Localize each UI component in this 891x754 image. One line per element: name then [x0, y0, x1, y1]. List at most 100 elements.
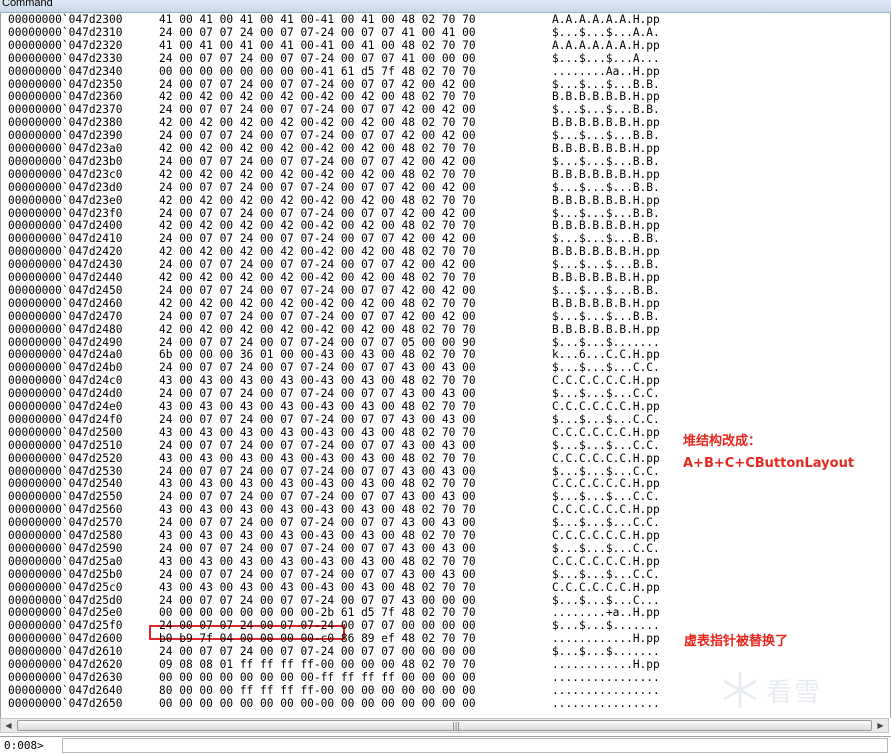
dump-ascii: C.C.C.C.C.C.H.pp — [552, 374, 660, 388]
dump-hex-bytes: 6b 00 00 00 36 01 00 00-43 00 43 00 48 0… — [159, 348, 476, 362]
dump-hex-bytes: 24 00 07 07 24 00 07 07-24 00 07 07 42 0… — [159, 232, 476, 246]
dump-hex-bytes: 24 00 07 07 24 00 07 07-24 00 07 07 43 0… — [159, 412, 476, 426]
dump-ascii: $...$...$...C.C. — [552, 541, 660, 555]
dump-ascii: ........Aa..H.pp — [552, 64, 660, 78]
dump-address: 00000000`047d2300 — [8, 13, 123, 26]
dump-hex-bytes: 00 00 00 00 00 00 00 00-ff ff ff ff 00 0… — [159, 670, 476, 684]
dump-ascii: $...$...$...C.C. — [552, 412, 660, 426]
dump-address: 00000000`047d25e0 — [8, 606, 123, 620]
dump-address: 00000000`047d2590 — [8, 541, 123, 555]
dump-ascii: C.C.C.C.C.C.H.pp — [552, 451, 660, 465]
dump-ascii: k...6...C.C.H.pp — [552, 348, 660, 362]
dump-hex-bytes: 42 00 42 00 42 00 42 00-42 00 42 00 48 0… — [159, 116, 476, 130]
dump-address: 00000000`047d2650 — [8, 696, 123, 710]
dump-address: 00000000`047d2480 — [8, 322, 123, 336]
dump-ascii: C.C.C.C.C.C.H.pp — [552, 425, 660, 439]
dump-hex-bytes: 43 00 43 00 43 00 43 00-43 00 43 00 48 0… — [159, 374, 476, 388]
dump-address: 00000000`047d2400 — [8, 219, 123, 233]
dump-ascii: B.B.B.B.B.B.H.pp — [552, 167, 660, 181]
dump-address: 00000000`047d2460 — [8, 296, 123, 310]
dump-hex-bytes: 24 00 07 07 24 00 07 07-24 00 07 07 05 0… — [159, 335, 476, 349]
dump-hex-bytes: 43 00 43 00 43 00 43 00-43 00 43 00 48 0… — [159, 503, 476, 517]
scroll-right-arrow-icon[interactable]: ▶ — [873, 719, 888, 732]
dump-ascii: B.B.B.B.B.B.H.pp — [552, 116, 660, 130]
dump-address: 00000000`047d2540 — [8, 477, 123, 491]
dump-address: 00000000`047d2320 — [8, 38, 123, 52]
scroll-left-arrow-icon[interactable]: ◀ — [1, 719, 16, 732]
dump-ascii: $...$...$....... — [552, 335, 660, 349]
dump-address: 00000000`047d23f0 — [8, 206, 123, 220]
dump-hex-bytes: 42 00 42 00 42 00 42 00-42 00 42 00 48 0… — [159, 219, 476, 233]
command-input[interactable] — [62, 738, 888, 753]
dump-address: 00000000`047d25a0 — [8, 554, 123, 568]
dump-ascii: C.C.C.C.C.C.H.pp — [552, 400, 660, 413]
dump-ascii: $...$...$...B.B. — [552, 206, 660, 220]
dump-hex-bytes: 43 00 43 00 43 00 43 00-43 00 43 00 48 0… — [159, 451, 476, 465]
dump-ascii: B.B.B.B.B.B.H.pp — [552, 296, 660, 310]
horizontal-scrollbar[interactable]: ◀ ||| ▶ — [0, 718, 889, 733]
heap-structure-title: 堆结构改成： — [683, 434, 762, 449]
dump-hex-bytes: 24 00 07 07 24 00 07 07-24 00 07 07 43 0… — [159, 361, 476, 375]
dump-address: 00000000`047d25c0 — [8, 580, 123, 594]
horizontal-scroll-thumb[interactable]: ||| — [17, 720, 872, 731]
dump-address: 00000000`047d2510 — [8, 438, 123, 452]
dump-ascii: $...$...$...C.C. — [552, 464, 660, 478]
dump-ascii: $...$...$...C.C. — [552, 516, 660, 530]
dump-ascii: ............H.pp — [552, 632, 660, 646]
vtable-replaced-note: 虚表指针被替换了 — [684, 634, 789, 649]
dump-hex-bytes: 24 00 07 07 24 00 07 07-24 00 07 07 43 0… — [159, 438, 476, 452]
dump-address: 00000000`047d25d0 — [8, 593, 123, 607]
dump-address: 00000000`047d2430 — [8, 258, 123, 272]
command-output-pane[interactable]: 00000000`047d2300 41 00 41 00 41 00 41 00… — [0, 13, 891, 718]
dump-ascii: $...$...$...B.B. — [552, 283, 660, 297]
dump-ascii: ................ — [552, 683, 660, 697]
dump-address: 00000000`047d24c0 — [8, 374, 123, 388]
dump-address: 00000000`047d24a0 — [8, 348, 123, 362]
dump-address: 00000000`047d2630 — [8, 670, 123, 684]
dump-hex-bytes: b0 b9 7f 04 00 00 00 00-c0 86 89 ef 48 0… — [159, 632, 476, 646]
dump-ascii: ............H.pp — [552, 658, 660, 671]
dump-address: 00000000`047d2550 — [8, 490, 123, 504]
dump-hex-bytes: 24 00 07 07 24 00 07 07-24 00 07 07 42 0… — [159, 77, 476, 91]
dump-ascii: A.A.A.A.A.A.H.pp — [552, 13, 660, 26]
dump-address: 00000000`047d2470 — [8, 309, 123, 323]
window-titlebar: Command — [0, 0, 891, 13]
dump-address: 00000000`047d23b0 — [8, 154, 123, 168]
dump-ascii: C.C.C.C.C.C.H.pp — [552, 503, 660, 517]
dump-ascii: C.C.C.C.C.C.H.pp — [552, 529, 660, 542]
command-bar: 0:008> — [0, 736, 891, 754]
dump-address: 00000000`047d23e0 — [8, 193, 123, 207]
dump-address: 00000000`047d2520 — [8, 451, 123, 465]
dump-ascii: B.B.B.B.B.B.H.pp — [552, 271, 660, 284]
dump-address: 00000000`047d23d0 — [8, 180, 123, 194]
dump-hex-bytes: 00 00 00 00 00 00 00 00-41 61 d5 7f 48 0… — [159, 64, 476, 78]
dump-address: 00000000`047d23a0 — [8, 142, 123, 155]
dump-address: 00000000`047d2580 — [8, 529, 123, 542]
dump-hex-bytes: 24 00 07 07 24 00 07 07-24 00 07 07 00 0… — [159, 645, 476, 659]
dump-address: 00000000`047d2640 — [8, 683, 123, 697]
dump-ascii: B.B.B.B.B.B.H.pp — [552, 322, 660, 336]
dump-address: 00000000`047d24e0 — [8, 400, 123, 413]
dump-address: 00000000`047d2310 — [8, 25, 123, 39]
dump-hex-bytes: 24 00 07 07 24 00 07 07-24 00 07 07 43 0… — [159, 567, 476, 581]
dump-ascii: $...$...$...C.C. — [552, 490, 660, 504]
dump-ascii: B.B.B.B.B.B.H.pp — [552, 245, 660, 259]
dump-hex-bytes: 42 00 42 00 42 00 42 00-42 00 42 00 48 0… — [159, 245, 476, 259]
dump-hex-bytes: 43 00 43 00 43 00 43 00-43 00 43 00 48 0… — [159, 400, 476, 413]
dump-ascii: $...$...$...C.C. — [552, 438, 660, 452]
dump-ascii: ................ — [552, 670, 660, 684]
dump-hex-bytes: 24 00 07 07 24 00 07 07-24 00 07 07 42 0… — [159, 180, 476, 194]
dump-hex-bytes: 24 00 07 07 24 00 07 07-24 00 07 07 41 0… — [159, 51, 476, 65]
dump-address: 00000000`047d2330 — [8, 51, 123, 65]
dump-address: 00000000`047d25b0 — [8, 567, 123, 581]
dump-ascii: B.B.B.B.B.B.H.pp — [552, 142, 660, 155]
dump-hex-bytes: 24 00 07 07 24 00 07 07-24 00 07 07 43 0… — [159, 464, 476, 478]
dump-hex-bytes: 24 00 07 07 24 00 07 07-24 00 07 07 42 0… — [159, 309, 476, 323]
dump-hex-bytes: 24 00 07 07 24 00 07 07-24 00 07 07 43 0… — [159, 593, 476, 607]
grip-icon: ||| — [452, 721, 461, 730]
dump-hex-bytes: 24 00 07 07 24 00 07 07-24 00 07 07 43 0… — [159, 387, 476, 401]
dump-hex-bytes: 00 00 00 00 00 00 00 00-00 00 00 00 00 0… — [159, 696, 476, 710]
dump-hex-bytes: 00 00 00 00 00 00 00 00-2b 61 d5 7f 48 0… — [159, 606, 476, 620]
dump-hex-bytes: 43 00 43 00 43 00 43 00-43 00 43 00 48 0… — [159, 477, 476, 491]
dump-hex-bytes: 43 00 43 00 43 00 43 00-43 00 43 00 48 0… — [159, 580, 476, 594]
